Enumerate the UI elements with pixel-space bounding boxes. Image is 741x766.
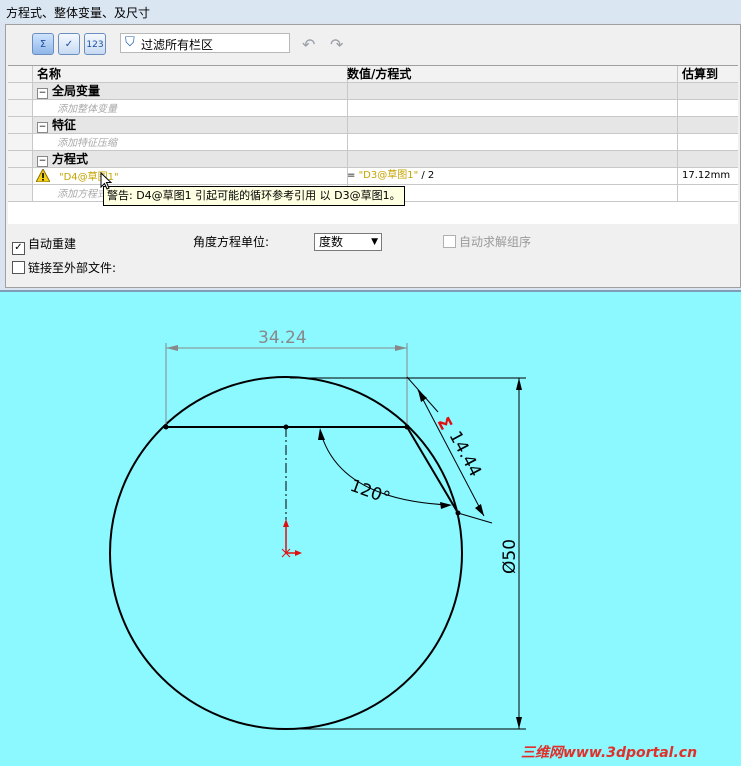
watermark: 三维网www.3dportal.cn: [521, 745, 698, 761]
angle-unit-select[interactable]: 度数 ▼: [314, 233, 382, 251]
link-external-label: 链接至外部文件:: [28, 261, 117, 275]
auto-rebuild-option[interactable]: ✓ 自动重建: [12, 235, 76, 255]
add-feature-cell[interactable]: 添加特征压缩: [33, 134, 348, 150]
window-title: 方程式、整体变量、及尺寸: [6, 6, 151, 20]
auto-solve-label: 自动求解组序: [459, 235, 532, 249]
dimension-width-text: 34.24: [258, 328, 307, 348]
title-bar: 方程式、整体变量、及尺寸: [0, 0, 741, 22]
warning-tooltip: 警告: D4@草图1 引起可能的循环参考引用 以 D3@草图1。: [103, 186, 405, 206]
filter-input[interactable]: ⛉ 过滤所有栏区: [120, 33, 290, 53]
undo-icon[interactable]: ↶: [302, 35, 315, 54]
link-external-checkbox[interactable]: [12, 261, 25, 274]
header-value[interactable]: 数值/方程式: [345, 66, 678, 82]
table-header: 名称 数值/方程式 估算到: [8, 66, 738, 83]
value-cell[interactable]: [345, 134, 678, 150]
origin-icon: [281, 519, 302, 558]
angle-unit-value: 度数: [319, 235, 344, 249]
est-cell: [678, 134, 740, 150]
group-value-cell: [345, 151, 678, 167]
equation-rest: / 2: [418, 170, 435, 181]
group-row-global-variables[interactable]: − 全局变量: [8, 83, 738, 100]
header-name[interactable]: 名称: [33, 66, 348, 82]
auto-solve-option: 自动求解组序: [443, 233, 531, 250]
group-value-cell: [345, 83, 678, 99]
chevron-down-icon: ▼: [371, 237, 378, 247]
dimension-angle-text: 120°: [347, 476, 392, 509]
row-selector: [8, 117, 33, 133]
add-global-variable-row[interactable]: 添加整体变量: [8, 100, 738, 117]
sketch-point[interactable]: [163, 424, 169, 430]
row-selector: [8, 134, 33, 150]
sketch-equation-view-button[interactable]: ✓: [58, 33, 80, 55]
group-title: 方程式: [52, 152, 89, 166]
angle-unit-label: 角度方程单位:: [193, 235, 270, 249]
row-selector: [8, 185, 33, 201]
dimension-chord-text: 14.44: [445, 428, 486, 480]
group-title: 特征: [52, 118, 77, 132]
est-cell: [678, 185, 740, 201]
row-selector: [8, 100, 33, 116]
auto-rebuild-label: 自动重建: [28, 237, 77, 251]
equations-dialog: 方程式、整体变量、及尺寸 Σ ✓ 123 ⛉ 过滤所有栏区 ↶ ↷ 名称 数值/…: [0, 0, 741, 292]
equation-row[interactable]: "D4@草图1" = "D3@草图1" / 2 17.12mm: [8, 168, 738, 185]
equation-value-cell[interactable]: = "D3@草图1" / 2: [345, 168, 678, 184]
group-row-features[interactable]: − 特征: [8, 117, 738, 134]
collapse-icon[interactable]: −: [37, 156, 48, 167]
group-title: 全局变量: [52, 84, 101, 98]
value-cell[interactable]: [345, 100, 678, 116]
row-selector: [8, 151, 33, 167]
group-row-equations[interactable]: − 方程式: [8, 151, 738, 168]
row-selector: [8, 83, 33, 99]
ordered-view-icon: 123: [86, 40, 104, 50]
sketch-point[interactable]: [404, 424, 410, 430]
mouse-cursor-icon: [100, 172, 113, 190]
add-global-variable-cell[interactable]: 添加整体变量: [33, 100, 348, 116]
add-feature-placeholder: 添加特征压缩: [57, 138, 117, 149]
ordered-view-button[interactable]: 123: [84, 33, 106, 55]
equation-name-cell[interactable]: "D4@草图1": [33, 168, 348, 184]
header-estimate[interactable]: 估算到: [678, 66, 740, 82]
est-cell: [678, 100, 740, 116]
group-label: − 全局变量: [33, 83, 348, 99]
sketch-canvas[interactable]: 34.24 Σ 14.44 120° Ø50: [0, 292, 741, 766]
link-external-option[interactable]: 链接至外部文件:: [12, 259, 116, 276]
auto-solve-checkbox: [443, 235, 456, 248]
dialog-body: Σ ✓ 123 ⛉ 过滤所有栏区 ↶ ↷ 名称 数值/方程式 估算到 − 全局变量: [5, 24, 741, 288]
equation-estimate: 17.12mm: [682, 170, 731, 181]
equation-ref: "D3@草图1": [358, 170, 419, 181]
equation-equals: =: [347, 170, 359, 181]
sketch-equation-icon: ✓: [64, 39, 74, 50]
dimension-width[interactable]: 34.24: [165, 328, 408, 424]
group-est-cell: [678, 117, 740, 133]
add-global-variable-placeholder: 添加整体变量: [57, 104, 117, 115]
select-all-cell[interactable]: [8, 66, 33, 82]
sigma-icon: Σ: [39, 39, 47, 50]
add-equation-placeholder: 添加方程式: [57, 189, 107, 200]
dimension-diameter[interactable]: Ø50: [290, 377, 526, 730]
collapse-icon[interactable]: −: [37, 122, 48, 133]
collapse-icon[interactable]: −: [37, 88, 48, 99]
group-value-cell: [345, 117, 678, 133]
equation-view-button[interactable]: Σ: [32, 33, 54, 55]
group-est-cell: [678, 151, 740, 167]
filter-placeholder: 过滤所有栏区: [141, 38, 214, 52]
group-label: − 方程式: [33, 151, 348, 167]
group-est-cell: [678, 83, 740, 99]
dimension-chord-marker: Σ: [433, 414, 456, 434]
row-selector[interactable]: [8, 168, 33, 184]
dimension-diameter-text: Ø50: [500, 539, 520, 574]
funnel-icon: ⛉: [125, 35, 135, 50]
add-feature-suppression-row[interactable]: 添加特征压缩: [8, 134, 738, 151]
group-label: − 特征: [33, 117, 348, 133]
auto-rebuild-checkbox[interactable]: ✓: [12, 242, 25, 255]
redo-icon[interactable]: ↷: [330, 35, 343, 54]
